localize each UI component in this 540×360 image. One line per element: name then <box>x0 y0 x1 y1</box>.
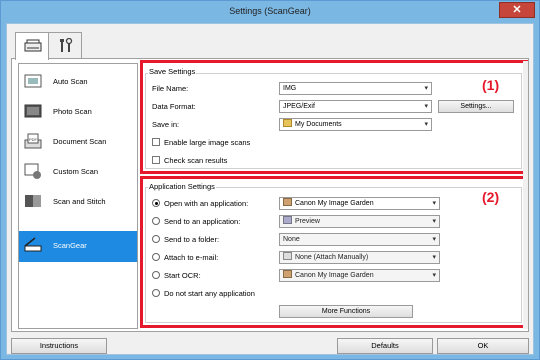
more-functions-button[interactable]: More Functions <box>279 305 413 318</box>
data-format-label: Data Format: <box>152 102 196 111</box>
scrollbar[interactable] <box>523 61 528 329</box>
attach-email-select[interactable]: None (Attach Manually) ▾ <box>279 251 440 264</box>
preview-icon <box>283 216 292 224</box>
window-title: Settings (ScanGear) <box>229 6 311 16</box>
scangear-icon <box>24 237 42 252</box>
chevron-down-icon: ▾ <box>432 218 436 225</box>
mode-label: Custom Scan <box>53 167 99 176</box>
chevron-down-icon: ▾ <box>424 85 428 92</box>
app-icon <box>283 270 292 278</box>
attach-email-radio[interactable] <box>152 253 160 261</box>
attach-email-label: Attach to e-mail: <box>164 253 219 262</box>
start-ocr-select[interactable]: Canon My Image Garden ▾ <box>279 269 440 282</box>
app-icon <box>283 198 292 206</box>
mode-auto-scan[interactable]: Auto Scan <box>19 67 137 96</box>
open-with-app-label: Open with an application: <box>164 199 249 208</box>
mode-label: Photo Scan <box>53 107 92 116</box>
scanner-icon <box>24 39 42 52</box>
check-results-checkbox[interactable] <box>152 156 160 164</box>
save-in-label: Save in: <box>152 120 180 129</box>
svg-text:PDF: PDF <box>29 137 38 142</box>
ok-button[interactable]: OK <box>437 338 529 354</box>
no-app-radio[interactable] <box>152 289 160 297</box>
settings-button[interactable]: Settings... <box>438 100 514 113</box>
open-with-app-radio[interactable] <box>152 199 160 207</box>
send-to-folder-select[interactable]: None ▾ <box>279 233 440 246</box>
scan-mode-list: Auto Scan Photo Scan PDF Document Scan C… <box>18 63 138 329</box>
mode-photo-scan[interactable]: Photo Scan <box>19 97 137 126</box>
enable-large-label: Enable large image scans <box>164 138 251 147</box>
chevron-down-icon: ▾ <box>424 103 428 110</box>
mode-scan-and-stitch[interactable]: Scan and Stitch <box>19 187 137 216</box>
save-settings-title: Save Settings <box>148 67 197 76</box>
defaults-button[interactable]: Defaults <box>337 338 433 354</box>
start-ocr-radio[interactable] <box>152 271 160 279</box>
send-to-app-radio[interactable] <box>152 217 160 225</box>
open-with-app-select[interactable]: Canon My Image Garden ▾ <box>279 197 440 210</box>
data-format-select[interactable]: JPEG/Exif ▾ <box>279 100 432 113</box>
send-to-folder-radio[interactable] <box>152 235 160 243</box>
send-to-app-label: Send to an application: <box>164 217 241 226</box>
send-to-app-select[interactable]: Preview ▾ <box>279 215 440 228</box>
mode-custom-scan[interactable]: Custom Scan <box>19 157 137 186</box>
stitch-icon <box>25 195 41 207</box>
document-scan-icon: PDF <box>24 133 42 149</box>
mode-scangear[interactable]: ScanGear <box>19 231 137 262</box>
file-name-label: File Name: <box>152 84 189 93</box>
file-name-field[interactable]: IMG ▾ <box>279 82 432 95</box>
instructions-button[interactable]: Instructions <box>11 338 107 354</box>
client-area: Auto Scan Photo Scan PDF Document Scan C… <box>6 23 534 355</box>
check-results-label: Check scan results <box>164 156 228 165</box>
settings-window: Settings (ScanGear) ✕ Auto Scan Photo Sc… <box>0 0 540 360</box>
photo-scan-icon <box>24 104 42 118</box>
start-ocr-label: Start OCR: <box>164 271 201 280</box>
chevron-down-icon: ▾ <box>432 236 436 243</box>
mode-label: Document Scan <box>53 137 107 146</box>
mode-label: Auto Scan <box>53 77 88 86</box>
chevron-down-icon: ▾ <box>424 121 428 128</box>
app-settings-title: Application Settings <box>148 182 216 191</box>
enable-large-checkbox[interactable] <box>152 138 160 146</box>
tab-general-settings[interactable] <box>48 32 82 58</box>
mode-label: Scan and Stitch <box>53 197 106 206</box>
marker-1: (1) <box>482 77 500 93</box>
mode-label: ScanGear <box>53 241 87 250</box>
marker-2: (2) <box>482 189 500 205</box>
chevron-down-icon: ▾ <box>432 254 436 261</box>
close-icon: ✕ <box>512 4 522 16</box>
close-button[interactable]: ✕ <box>499 2 535 18</box>
auto-scan-icon <box>24 74 42 88</box>
save-in-select[interactable]: My Documents ▾ <box>279 118 432 131</box>
mail-icon <box>283 252 292 260</box>
folder-icon <box>283 119 292 127</box>
settings-panel: Auto Scan Photo Scan PDF Document Scan C… <box>11 58 529 332</box>
mode-document-scan[interactable]: PDF Document Scan <box>19 127 137 156</box>
tab-scan-settings[interactable] <box>15 32 49 60</box>
tools-icon <box>60 38 73 52</box>
chevron-down-icon: ▾ <box>432 272 436 279</box>
chevron-down-icon: ▾ <box>432 200 436 207</box>
no-app-label: Do not start any application <box>164 289 255 298</box>
send-to-folder-label: Send to a folder: <box>164 235 220 244</box>
custom-scan-icon <box>24 163 41 179</box>
